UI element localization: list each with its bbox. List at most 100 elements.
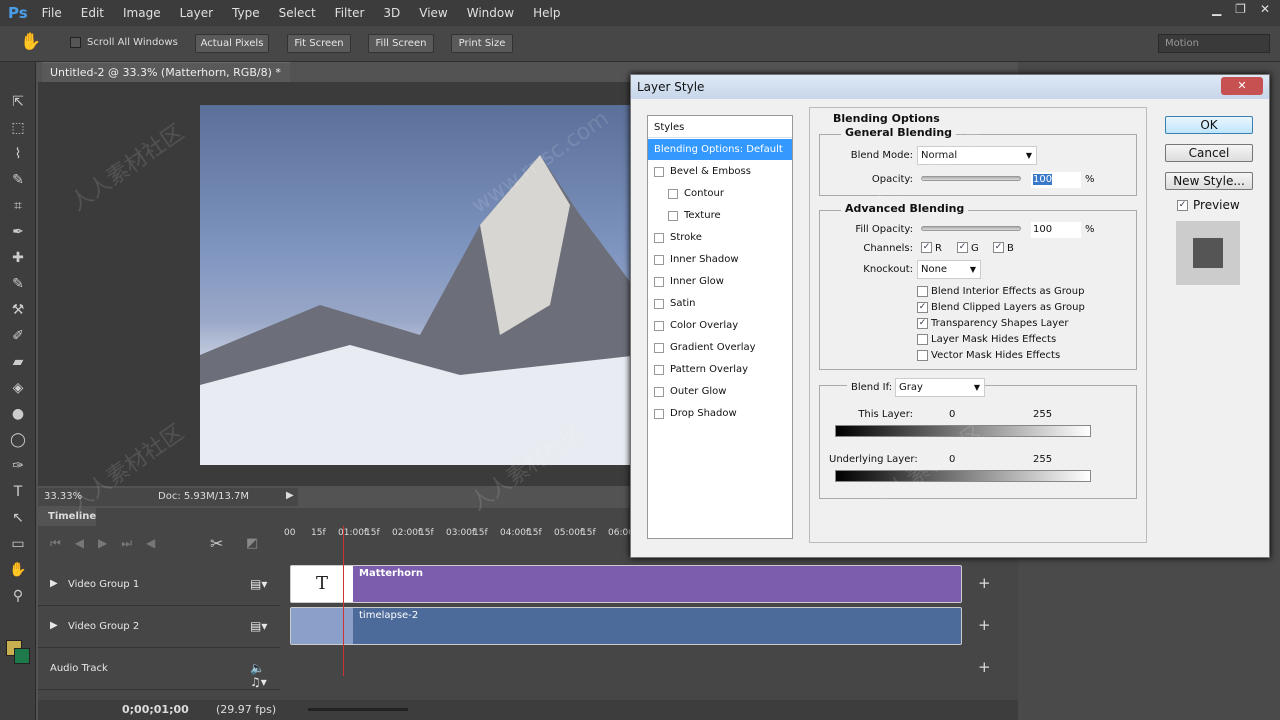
tool-icon[interactable]: ✑ (8, 456, 28, 476)
timeline-clip[interactable]: T Matterhorn (290, 565, 962, 603)
tool-icon[interactable]: ● (8, 404, 28, 424)
fill-screen-button[interactable]: Fill Screen (368, 34, 434, 53)
knockout-select[interactable]: None (917, 260, 981, 279)
style-checkbox[interactable] (654, 321, 664, 331)
style-item[interactable]: Blending Options: Default (648, 139, 792, 160)
tool-icon[interactable]: ✚ (8, 248, 28, 268)
scroll-all-checkbox[interactable] (70, 37, 81, 48)
print-size-button[interactable]: Print Size (451, 34, 513, 53)
tool-icon[interactable]: T (8, 482, 28, 502)
timeline-clip[interactable]: timelapse-2 (290, 607, 962, 645)
add-media-icon[interactable]: + (978, 616, 991, 634)
style-checkbox[interactable] (654, 365, 664, 375)
close-icon[interactable]: ✕ (1260, 2, 1270, 16)
style-checkbox[interactable] (654, 343, 664, 353)
tool-icon[interactable]: ✋ (8, 560, 28, 580)
style-checkbox[interactable] (654, 277, 664, 287)
menu-edit[interactable]: Edit (81, 6, 104, 20)
style-item[interactable]: Pattern Overlay (648, 359, 792, 380)
tool-icon[interactable]: ✎ (8, 170, 28, 190)
tool-icon[interactable]: ▭ (8, 534, 28, 554)
workspace-select[interactable]: Motion (1158, 34, 1270, 53)
status-menu-arrow-icon[interactable]: ▶ (286, 490, 294, 501)
style-item[interactable]: Inner Glow (648, 271, 792, 292)
blend-if-select[interactable]: Gray (895, 378, 985, 397)
tool-icon[interactable]: ⌇ (8, 144, 28, 164)
menu-help[interactable]: Help (533, 6, 560, 20)
restore-icon[interactable]: ❐ (1235, 2, 1246, 16)
style-item[interactable]: Color Overlay (648, 315, 792, 336)
preview-checkbox[interactable]: ✓ (1177, 200, 1188, 211)
style-item[interactable]: Inner Shadow (648, 249, 792, 270)
channel-g-checkbox[interactable]: ✓ (957, 242, 968, 253)
advanced-option-checkbox[interactable] (917, 334, 928, 345)
document-tab[interactable]: Untitled-2 @ 33.3% (Matterhorn, RGB/8) *… (42, 62, 290, 99)
transition-icon[interactable]: ◩ (246, 536, 258, 551)
expand-track-icon[interactable]: ▶ (50, 620, 58, 631)
style-checkbox[interactable] (654, 409, 664, 419)
style-checkbox[interactable] (654, 387, 664, 397)
film-strip-icon[interactable]: ▤▾ (250, 619, 267, 633)
menu-3d[interactable]: 3D (383, 6, 400, 20)
minimize-icon[interactable]: ▁ (1212, 2, 1221, 16)
zoom-slider[interactable] (308, 708, 408, 711)
styles-header[interactable]: Styles (648, 117, 792, 138)
style-item[interactable]: Bevel & Emboss (648, 161, 792, 182)
menu-window[interactable]: Window (467, 6, 514, 20)
film-strip-icon[interactable]: ▤▾ (250, 577, 267, 591)
playback-controls[interactable]: ⏮◀▶⏭◀ (50, 536, 169, 551)
fit-screen-button[interactable]: Fit Screen (287, 34, 351, 53)
fill-opacity-slider[interactable] (921, 226, 1021, 231)
advanced-option-checkbox[interactable]: ✓ (917, 318, 928, 329)
hand-tool-icon[interactable]: ✋ (20, 32, 41, 52)
expand-track-icon[interactable]: ▶ (50, 578, 58, 589)
scissors-icon[interactable]: ✂ (210, 534, 223, 553)
style-checkbox[interactable] (668, 211, 678, 221)
style-checkbox[interactable] (654, 233, 664, 243)
tool-icon[interactable]: ✎ (8, 274, 28, 294)
opacity-slider[interactable] (921, 176, 1021, 181)
underlying-layer-gradient-slider[interactable] (835, 470, 1091, 482)
opacity-input[interactable]: 100 (1031, 172, 1081, 188)
style-item[interactable]: Satin (648, 293, 792, 314)
background-color-swatch[interactable] (14, 648, 30, 664)
audio-icon[interactable]: 🔈 ♫▾ (250, 661, 280, 689)
fill-opacity-input[interactable]: 100 (1031, 222, 1081, 238)
tool-icon[interactable]: ✒ (8, 222, 28, 242)
style-checkbox[interactable] (654, 299, 664, 309)
blend-mode-select[interactable]: Normal (917, 146, 1037, 165)
channel-b-checkbox[interactable]: ✓ (993, 242, 1004, 253)
advanced-option-checkbox[interactable] (917, 350, 928, 361)
style-item[interactable]: Gradient Overlay (648, 337, 792, 358)
menu-file[interactable]: File (42, 6, 62, 20)
style-item[interactable]: Texture (648, 205, 792, 226)
timeline-tab[interactable]: Timeline (38, 508, 96, 526)
style-checkbox[interactable] (668, 189, 678, 199)
add-media-icon[interactable]: + (978, 658, 991, 676)
tool-icon[interactable]: ◈ (8, 378, 28, 398)
tool-icon[interactable]: ◯ (8, 430, 28, 450)
style-checkbox[interactable] (654, 167, 664, 177)
time-ruler[interactable]: 00 15f 01:00f 15f 02:00f 15f 03:00f 15f 04:00f 15… (284, 526, 634, 562)
menu-view[interactable]: View (419, 6, 447, 20)
cancel-button[interactable]: Cancel (1165, 144, 1253, 162)
dialog-close-button[interactable]: ✕ (1221, 77, 1263, 95)
tool-icon[interactable]: ✐ (8, 326, 28, 346)
menu-layer[interactable]: Layer (180, 6, 213, 20)
style-item[interactable]: Stroke (648, 227, 792, 248)
menu-type[interactable]: Type (232, 6, 260, 20)
tool-icon[interactable]: ⚒ (8, 300, 28, 320)
actual-pixels-button[interactable]: Actual Pixels (195, 34, 269, 53)
advanced-option-checkbox[interactable] (917, 286, 928, 297)
style-item[interactable]: Contour (648, 183, 792, 204)
canvas-image[interactable] (200, 105, 640, 465)
tool-icon[interactable]: ⇱ (8, 92, 28, 112)
tool-icon[interactable]: ⬚ (8, 118, 28, 138)
add-media-icon[interactable]: + (978, 574, 991, 592)
menu-select[interactable]: Select (279, 6, 316, 20)
ok-button[interactable]: OK (1165, 116, 1253, 134)
style-item[interactable]: Outer Glow (648, 381, 792, 402)
tool-icon[interactable]: ↖ (8, 508, 28, 528)
new-style-button[interactable]: New Style... (1165, 172, 1253, 190)
tool-icon[interactable]: ⌗ (8, 196, 28, 216)
